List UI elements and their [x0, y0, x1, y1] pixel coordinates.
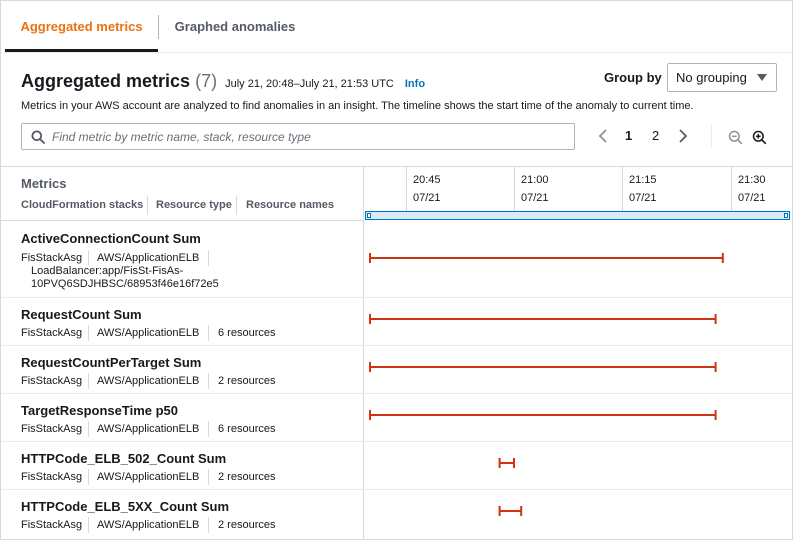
- tick-time: 21:30: [738, 174, 766, 186]
- metric-resource-type: AWS/ApplicationELB: [97, 327, 200, 339]
- metric-name[interactable]: HTTPCode_ELB_502_Count Sum: [21, 451, 226, 466]
- description: Metrics in your AWS account are analyzed…: [21, 100, 694, 112]
- group-by-label: Group by: [604, 70, 662, 85]
- metric-count: (7): [195, 71, 218, 91]
- meta-divider: [208, 250, 209, 266]
- metric-resource-type: AWS/ApplicationELB: [97, 519, 200, 531]
- metric-resource-names[interactable]: 2 resources: [218, 471, 275, 483]
- metric-stack: FisStackAsg: [21, 375, 83, 387]
- anomaly-duration-bar[interactable]: [369, 410, 717, 420]
- row-divider: [1, 393, 792, 394]
- page-title: Aggregated metrics (7) July 21, 20:48–Ju…: [21, 71, 425, 92]
- metric-resource-names[interactable]: 6 resources: [218, 327, 275, 339]
- time-range: July 21, 20:48–July 21, 21:53 UTC: [225, 78, 394, 90]
- row-divider: [1, 441, 792, 442]
- meta-divider: [88, 250, 89, 266]
- metric-stack: FisStackAsg: [21, 519, 83, 531]
- anomaly-duration-bar[interactable]: [369, 362, 717, 372]
- metric-resource-names[interactable]: 2 resources: [218, 375, 275, 387]
- tab-aggregated-metrics[interactable]: Aggregated metrics: [5, 1, 158, 53]
- title-text: Aggregated metrics: [21, 71, 191, 91]
- metric-name[interactable]: RequestCountPerTarget Sum: [21, 355, 201, 370]
- row-divider: [1, 489, 792, 490]
- info-link[interactable]: Info: [405, 78, 425, 90]
- meta-divider: [208, 517, 209, 533]
- tab-bar: Aggregated metrics Graphed anomalies: [1, 1, 792, 53]
- insight-metrics-panel: Aggregated metrics Graphed anomalies Agg…: [0, 0, 793, 540]
- group-by-value: No grouping: [676, 70, 747, 85]
- meta-divider: [88, 469, 89, 485]
- range-end-handle[interactable]: [784, 213, 788, 218]
- active-tab-indicator: [5, 49, 158, 52]
- tick-time: 21:00: [521, 174, 549, 186]
- anomaly-duration-bar[interactable]: [498, 458, 515, 468]
- meta-divider: [88, 517, 89, 533]
- zoom-in-icon[interactable]: [752, 130, 767, 145]
- header-divider: [147, 196, 148, 215]
- metric-stack: FisStackAsg: [21, 471, 83, 483]
- tab-graphed-anomalies[interactable]: Graphed anomalies: [159, 1, 311, 53]
- anomaly-duration-bar[interactable]: [498, 506, 523, 516]
- search-icon: [31, 130, 45, 144]
- tick-date: 07/21: [738, 192, 766, 204]
- tick-time: 20:45: [413, 174, 441, 186]
- meta-divider: [88, 373, 89, 389]
- metric-name[interactable]: ActiveConnectionCount Sum: [21, 231, 201, 246]
- search-box: [21, 123, 575, 150]
- meta-divider: [208, 325, 209, 341]
- column-divider: [363, 166, 364, 539]
- chevron-right-icon[interactable]: [677, 128, 689, 144]
- zoom-out-icon[interactable]: [728, 130, 743, 145]
- metric-name[interactable]: TargetResponseTime p50: [21, 403, 178, 418]
- metric-stack: FisStackAsg: [21, 327, 83, 339]
- caret-down-icon: [757, 74, 767, 81]
- metrics-column-header: Metrics: [21, 176, 67, 191]
- timeline-tick: [622, 167, 623, 211]
- group-by-select[interactable]: No grouping: [667, 63, 777, 92]
- timeline-tick: [406, 167, 407, 211]
- resource-type-header: Resource type: [156, 199, 232, 211]
- metric-resource-type: AWS/ApplicationELB: [97, 471, 200, 483]
- row-divider: [1, 345, 792, 346]
- timeline-tick: [514, 167, 515, 211]
- resource-names-header: Resource names: [246, 199, 335, 211]
- tick-date: 07/21: [413, 192, 441, 204]
- meta-divider: [208, 469, 209, 485]
- page-2[interactable]: 2: [652, 128, 659, 143]
- header-bottom-border: [1, 220, 363, 221]
- metric-resource-type: AWS/ApplicationELB: [97, 252, 200, 264]
- page-1[interactable]: 1: [625, 128, 632, 143]
- anomaly-duration-bar[interactable]: [369, 253, 724, 263]
- metric-resource-type: AWS/ApplicationELB: [97, 423, 200, 435]
- metric-name[interactable]: HTTPCode_ELB_5XX_Count Sum: [21, 499, 229, 514]
- metric-resource-type: AWS/ApplicationELB: [97, 375, 200, 387]
- meta-divider: [88, 421, 89, 437]
- search-input[interactable]: [52, 127, 567, 147]
- tick-date: 07/21: [629, 192, 657, 204]
- metric-stack: FisStackAsg: [21, 423, 83, 435]
- meta-divider: [88, 325, 89, 341]
- timeline-range-slider[interactable]: [365, 211, 790, 220]
- timeline-tick: [731, 167, 732, 211]
- header-divider: [236, 196, 237, 215]
- metric-name[interactable]: RequestCount Sum: [21, 307, 142, 322]
- metric-stack: FisStackAsg: [21, 252, 83, 264]
- stacks-header: CloudFormation stacks: [21, 199, 144, 211]
- metric-resource-names[interactable]: 6 resources: [218, 423, 275, 435]
- range-start-handle[interactable]: [367, 213, 371, 218]
- toolbar-divider: [711, 125, 712, 147]
- meta-divider: [208, 421, 209, 437]
- metric-resource-names: LoadBalancer:app/FisSt-FisAs-10PVQ6SDJHB…: [31, 265, 219, 290]
- meta-divider: [208, 373, 209, 389]
- chevron-left-icon[interactable]: [597, 128, 609, 144]
- metric-resource-names[interactable]: 2 resources: [218, 519, 275, 531]
- tick-time: 21:15: [629, 174, 657, 186]
- tick-date: 07/21: [521, 192, 549, 204]
- row-divider: [1, 297, 792, 298]
- table-top-border: [1, 166, 792, 167]
- anomaly-duration-bar[interactable]: [369, 314, 717, 324]
